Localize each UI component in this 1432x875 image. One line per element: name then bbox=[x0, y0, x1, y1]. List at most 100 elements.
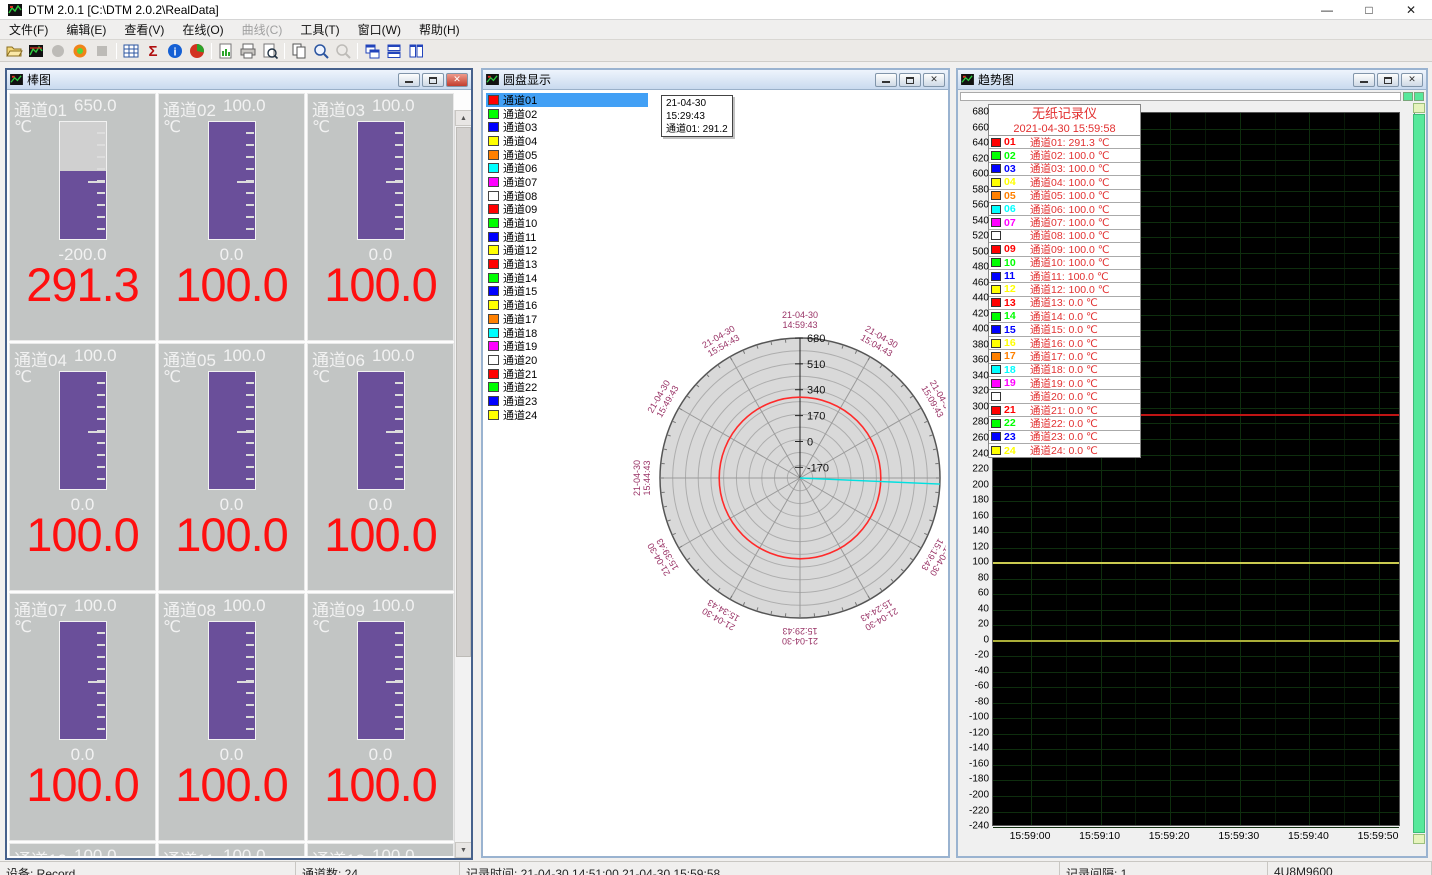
open-file-button[interactable] bbox=[3, 41, 25, 61]
trend-close-button[interactable]: ✕ bbox=[1401, 73, 1423, 87]
barchart-window-titlebar[interactable]: 棒图 ✕ bbox=[7, 70, 471, 90]
window-minimize-button[interactable]: — bbox=[1306, 0, 1348, 20]
window-maximize-button[interactable]: □ bbox=[1348, 0, 1390, 20]
gauge-value: 100.0 bbox=[159, 757, 304, 812]
gauge-panel: 通道11 100.0 ℃ 0.0 100.0 bbox=[158, 843, 305, 856]
barchart-maximize-button[interactable] bbox=[422, 73, 444, 87]
zoom-button[interactable] bbox=[310, 41, 332, 61]
trend-vscroll-up-button[interactable] bbox=[1413, 103, 1425, 113]
legend-channel-value: 通道24: 0.0 ℃ bbox=[1030, 443, 1098, 458]
barchart-scroll-thumb[interactable] bbox=[456, 127, 471, 657]
legend-channel-number: 13 bbox=[1004, 297, 1022, 309]
trend-vscroll-down-button[interactable] bbox=[1413, 834, 1425, 844]
toolbar-separator bbox=[357, 43, 358, 59]
window-close-button[interactable]: ✕ bbox=[1390, 0, 1432, 20]
print-preview-button[interactable] bbox=[259, 41, 281, 61]
trend-hscroll-button[interactable] bbox=[1414, 92, 1424, 101]
legend-channel-number: 05 bbox=[1004, 190, 1022, 202]
scroll-up-icon[interactable]: ▲ bbox=[455, 110, 471, 126]
trend-series-line bbox=[993, 562, 1399, 564]
menu-item-2[interactable]: 查看(V) bbox=[115, 19, 173, 40]
barchart-window-title: 棒图 bbox=[27, 71, 51, 88]
legend-channel-number: 06 bbox=[1004, 203, 1022, 215]
table-view-button[interactable] bbox=[120, 41, 142, 61]
sum-button[interactable]: Σ bbox=[142, 41, 164, 61]
gridline-h bbox=[993, 656, 1399, 657]
disc-client: 通道01 通道02 通道03 通道04 通道05 通道06 通道07 通道08 bbox=[483, 90, 948, 856]
print-button[interactable] bbox=[237, 41, 259, 61]
menu-item-6[interactable]: 窗口(W) bbox=[349, 19, 410, 40]
trend-y-tick: 600 bbox=[958, 169, 989, 180]
gauge-value: 100.0 bbox=[10, 757, 155, 812]
gauge-mid-tick bbox=[237, 431, 254, 433]
menu-item-1[interactable]: 编辑(E) bbox=[57, 19, 115, 40]
trend-maximize-button[interactable] bbox=[1377, 73, 1399, 87]
gridline-h bbox=[993, 532, 1399, 533]
copy-button[interactable] bbox=[288, 41, 310, 61]
trend-vscrollbar[interactable] bbox=[1413, 103, 1425, 844]
menu-item-3[interactable]: 在线(O) bbox=[173, 19, 232, 40]
trend-client: 无纸记录仪 2021-04-30 15:59:58 01 通道01: 291.3… bbox=[958, 90, 1426, 856]
trend-window-titlebar[interactable]: 趋势图 ✕ bbox=[958, 70, 1426, 90]
trend-y-tick: 420 bbox=[958, 308, 989, 319]
trend-x-tick: 15:59:30 bbox=[1208, 830, 1270, 842]
gridline-h bbox=[993, 796, 1399, 797]
info-button[interactable]: i bbox=[164, 41, 186, 61]
cascade-windows-button[interactable] bbox=[361, 41, 383, 61]
disc-minimize-button[interactable] bbox=[875, 73, 897, 87]
record-button[interactable] bbox=[69, 41, 91, 61]
trend-y-tick: 60 bbox=[958, 588, 989, 599]
gridline-h bbox=[993, 687, 1399, 688]
pie-chart-button[interactable] bbox=[186, 41, 208, 61]
legend-color-swatch bbox=[991, 205, 1001, 214]
gauge-max-value: 100.0 bbox=[223, 596, 266, 616]
tile-vertical-button[interactable] bbox=[405, 41, 427, 61]
tile-horizontal-button[interactable] bbox=[383, 41, 405, 61]
trend-vscroll-thumb[interactable] bbox=[1413, 114, 1425, 833]
gauge-value: 100.0 bbox=[10, 507, 155, 562]
trend-hscrollbar[interactable] bbox=[960, 92, 1401, 101]
trend-y-tick: -60 bbox=[958, 681, 989, 692]
disc-window-titlebar[interactable]: 圆盘显示 ✕ bbox=[483, 70, 948, 90]
gauge-channel-name: 通道10 bbox=[14, 846, 70, 856]
barchart-close-button[interactable]: ✕ bbox=[446, 73, 468, 87]
svg-text:21-04-3014:59:43: 21-04-3014:59:43 bbox=[782, 310, 818, 330]
trend-y-tick: 40 bbox=[958, 603, 989, 614]
legend-color-swatch bbox=[991, 432, 1001, 441]
gauge-panel: 通道09 100.0 ℃ 0.0 100.0 bbox=[307, 593, 454, 841]
menu-item-5[interactable]: 工具(T) bbox=[291, 19, 348, 40]
barchart-minimize-button[interactable] bbox=[398, 73, 420, 87]
gauge-unit: ℃ bbox=[163, 367, 181, 387]
gauge-bar bbox=[357, 371, 405, 490]
gauge-max-value: 100.0 bbox=[223, 346, 266, 366]
disc-maximize-button[interactable] bbox=[899, 73, 921, 87]
barchart-vscrollbar[interactable]: ▲ ▼ bbox=[454, 110, 471, 858]
trend-hscroll-button[interactable] bbox=[1403, 92, 1413, 101]
chart-view-button[interactable] bbox=[25, 41, 47, 61]
trend-x-tick: 15:59:40 bbox=[1277, 830, 1339, 842]
trend-y-tick: 560 bbox=[958, 200, 989, 211]
legend-channel-number: 10 bbox=[1004, 257, 1022, 269]
report-button[interactable] bbox=[215, 41, 237, 61]
svg-text:0: 0 bbox=[807, 436, 813, 448]
trend-y-tick: 500 bbox=[958, 246, 989, 257]
legend-color-swatch bbox=[991, 218, 1001, 227]
svg-text:170: 170 bbox=[807, 411, 825, 423]
legend-color-swatch bbox=[991, 258, 1001, 267]
trend-y-tick: 100 bbox=[958, 557, 989, 568]
app-titlebar[interactable]: DTM 2.0.1 [C:\DTM 2.0.2\RealData] — □ ✕ bbox=[0, 0, 1432, 20]
trend-y-tick: 320 bbox=[958, 386, 989, 397]
menu-item-0[interactable]: 文件(F) bbox=[0, 19, 57, 40]
gauge-unit: ℃ bbox=[163, 617, 181, 637]
scroll-down-icon[interactable]: ▼ bbox=[455, 842, 471, 858]
disc-close-button[interactable]: ✕ bbox=[923, 73, 945, 87]
trend-x-tick: 15:59:20 bbox=[1138, 830, 1200, 842]
trend-y-tick: 260 bbox=[958, 433, 989, 444]
gridline-v bbox=[1240, 113, 1241, 825]
menu-item-7[interactable]: 帮助(H) bbox=[410, 19, 469, 40]
disc-window-title: 圆盘显示 bbox=[503, 71, 551, 88]
trend-y-tick: 220 bbox=[958, 464, 989, 475]
trend-y-tick: 400 bbox=[958, 324, 989, 335]
trend-minimize-button[interactable] bbox=[1353, 73, 1375, 87]
legend-channel-number: 07 bbox=[1004, 217, 1022, 229]
